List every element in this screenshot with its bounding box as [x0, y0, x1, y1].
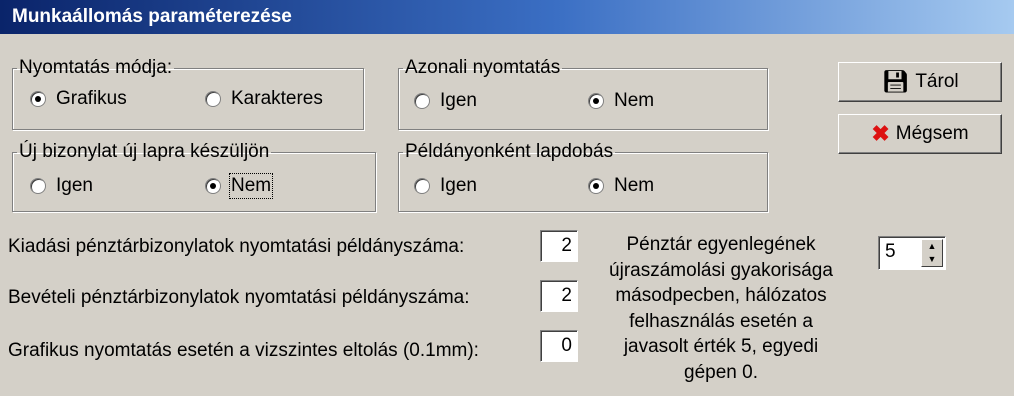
radio-newpage-no[interactable]: Nem: [205, 173, 274, 199]
radio-newpage-yes[interactable]: Igen: [30, 175, 93, 197]
floppy-disk-icon: 💾︎: [881, 69, 910, 94]
radio-eject-no-label: Nem: [614, 175, 655, 196]
page-eject-legend: Példányonként lapdobás: [405, 141, 614, 162]
radio-immediate-yes-dot[interactable]: [414, 93, 430, 109]
immediate-print-legend: Azonali nyomtatás: [405, 57, 561, 78]
radio-eject-yes-dot[interactable]: [414, 178, 430, 194]
note-line: gépen 0.: [684, 361, 758, 383]
spin-down-icon[interactable]: ▼: [922, 253, 942, 266]
note-line: újraszámolási gyakorisága: [609, 259, 833, 281]
new-page-legend: Új bizonylat új lapra készüljön: [19, 141, 270, 162]
radio-immediate-no[interactable]: Nem: [588, 90, 654, 112]
radio-character-label: Karakteres: [231, 88, 323, 109]
spinner-value[interactable]: 5: [885, 241, 896, 263]
income-copies-input[interactable]: 2: [540, 280, 578, 312]
note-line: felhasználás esetén a: [629, 310, 813, 332]
window-title: Munkaállomás paraméterezése: [12, 6, 292, 27]
radio-newpage-no-dot[interactable]: [205, 178, 221, 194]
radio-character-dot[interactable]: [205, 91, 221, 107]
offset-input[interactable]: 0: [540, 330, 578, 362]
note-line: javasolt érték 5, egyedi: [623, 336, 819, 357]
settings-window: Munkaállomás paraméterezése Nyomtatás mó…: [0, 0, 1014, 396]
radio-eject-no[interactable]: Nem: [588, 175, 654, 197]
spinner-arrows[interactable]: ▲ ▼: [921, 239, 943, 267]
note-line: másodpecben, hálózatos: [615, 285, 827, 306]
title-bar: Munkaállomás paraméterezése: [0, 0, 1014, 34]
recalc-note: Pénztár egyenlegének újraszámolási gyako…: [596, 232, 846, 385]
radio-immediate-no-dot[interactable]: [588, 93, 604, 109]
recalc-frequency-spinner[interactable]: 5 ▲ ▼: [878, 236, 946, 270]
radio-immediate-yes[interactable]: Igen: [414, 90, 477, 112]
radio-graphic[interactable]: Grafikus: [30, 88, 127, 110]
radio-eject-yes-label: Igen: [440, 175, 477, 196]
radio-graphic-label: Grafikus: [56, 88, 127, 109]
income-copies-label: Bevételi pénztárbizonylatok nyomtatási p…: [8, 287, 470, 308]
expense-copies-input[interactable]: 2: [540, 230, 578, 262]
spin-up-icon[interactable]: ▲: [922, 240, 942, 253]
radio-graphic-dot[interactable]: [30, 91, 46, 107]
radio-eject-yes[interactable]: Igen: [414, 175, 477, 197]
radio-newpage-yes-label: Igen: [56, 175, 93, 196]
radio-newpage-no-label: Nem: [228, 173, 274, 199]
radio-immediate-yes-label: Igen: [440, 90, 477, 111]
save-button[interactable]: 💾︎ Tárol: [838, 62, 1002, 102]
radio-newpage-yes-dot[interactable]: [30, 178, 46, 194]
print-mode-legend: Nyomtatás módja:: [19, 57, 173, 78]
red-x-icon: ✖: [871, 121, 890, 146]
cancel-button-label: Mégsem: [895, 123, 969, 144]
radio-character[interactable]: Karakteres: [205, 88, 323, 110]
offset-label: Grafikus nyomtatás esetén a vizszintes e…: [8, 340, 479, 361]
radio-immediate-no-label: Nem: [614, 90, 655, 111]
cancel-button[interactable]: ✖ Mégsem: [838, 114, 1002, 154]
radio-eject-no-dot[interactable]: [588, 178, 604, 194]
expense-copies-label: Kiadási pénztárbizonylatok nyomtatási pé…: [8, 236, 465, 257]
save-button-label: Tárol: [915, 71, 959, 92]
note-line: Pénztár egyenlegének: [626, 234, 816, 255]
